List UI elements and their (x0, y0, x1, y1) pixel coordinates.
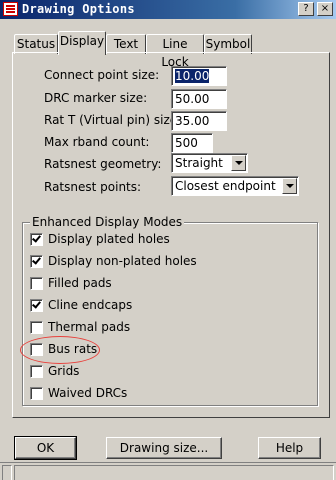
checkbox[interactable] (30, 387, 43, 400)
status-cell (14, 465, 334, 480)
drc-marker-size-label: DRC marker size: (44, 91, 148, 105)
enhanced-display-title: Enhanced Display Modes (30, 215, 185, 229)
option-label: Thermal pads (48, 320, 131, 334)
option-label: Filled pads (48, 276, 112, 290)
connect-point-size-value: 10.00 (175, 69, 210, 83)
ratsnest-geometry-value: Straight (175, 156, 223, 170)
checkbox[interactable] (30, 255, 43, 268)
chevron-down-icon[interactable] (231, 155, 246, 171)
help-titlebar-button[interactable]: ? (298, 2, 314, 16)
option-label: Cline endcaps (48, 298, 133, 312)
chevron-down-icon[interactable] (282, 178, 297, 194)
close-button[interactable]: × (317, 2, 333, 16)
annotation-circle (20, 336, 100, 364)
option-label: Grids (48, 364, 80, 378)
help-button[interactable]: Help (258, 437, 321, 459)
enhanced-display-group (22, 222, 318, 406)
checkbox[interactable] (30, 233, 43, 246)
check-icon (32, 233, 41, 243)
rat-t-size-label: Rat T (Virtual pin) size: (44, 113, 182, 127)
tab-line-lock[interactable]: Line Lock (146, 34, 204, 69)
ratsnest-points-value: Closest endpoint (175, 179, 276, 193)
connect-point-size-label: Connect point size: (44, 68, 160, 82)
ratsnest-points-select[interactable]: Closest endpoint (171, 176, 299, 196)
max-rband-count-label: Max rband count: (44, 135, 150, 149)
status-cell (2, 465, 12, 480)
checkbox[interactable] (30, 299, 43, 312)
status-bar (0, 462, 336, 480)
ratsnest-points-label: Ratsnest points: (44, 180, 142, 194)
ratsnest-geometry-label: Ratsnest geometry: (44, 157, 162, 171)
option-label: Waived DRCs (48, 386, 128, 400)
ok-button[interactable]: OK (14, 436, 77, 460)
drc-marker-size-input[interactable]: 50.00 (171, 89, 227, 109)
check-icon (32, 299, 41, 309)
max-rband-count-input[interactable]: 500 (171, 133, 213, 153)
checkbox[interactable] (30, 321, 43, 334)
ratsnest-geometry-select[interactable]: Straight (171, 153, 248, 173)
check-icon (32, 255, 41, 265)
tab-display[interactable]: Display (58, 31, 106, 55)
option-label: Display non-plated holes (48, 254, 197, 268)
checkbox[interactable] (30, 277, 43, 290)
checkbox[interactable] (30, 365, 43, 378)
tab-text[interactable]: Text (106, 34, 146, 54)
window-title: Drawing Options (22, 2, 135, 16)
tab-status[interactable]: Status (14, 34, 58, 54)
drawing-size-button[interactable]: Drawing size... (106, 437, 222, 459)
title-bar: Drawing Options ? × (0, 0, 336, 19)
tab-bar: Status Display Text Line Lock Symbol (0, 27, 336, 69)
option-label: Display plated holes (48, 232, 170, 246)
rat-t-size-input[interactable]: 35.00 (171, 111, 227, 131)
connect-point-size-input[interactable]: 10.00 (171, 66, 227, 86)
tab-symbol[interactable]: Symbol (204, 34, 252, 54)
app-icon (3, 2, 18, 16)
